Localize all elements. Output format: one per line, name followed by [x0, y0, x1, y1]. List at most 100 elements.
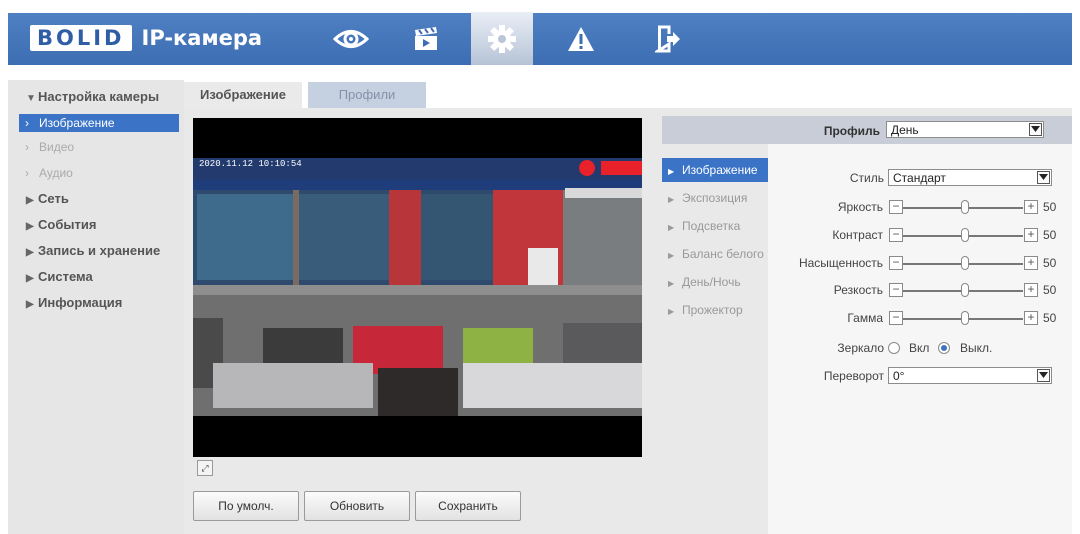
triangle-right-icon: ▶ — [26, 299, 34, 310]
sharpness-row: Резкость − + 50 — [768, 281, 1072, 299]
submenu-item-image[interactable]: ▶ Изображение — [662, 158, 768, 182]
video-controls: ⤢ — [193, 457, 642, 479]
triangle-right-icon: ▶ — [26, 195, 34, 206]
video-timestamp: 2020.11.12 10:10:54 — [199, 159, 302, 169]
image-submenu: ▶ Изображение ▶ Экспозиция ▶ Подсветка ▶ Бал… — [662, 150, 768, 534]
tab-profiles[interactable]: Профили — [308, 82, 426, 108]
mirror-on-label: Вкл — [909, 341, 930, 355]
app-title: IP-камера — [141, 26, 263, 50]
warning-icon — [568, 27, 594, 51]
saturation-thumb[interactable] — [961, 256, 969, 270]
profile-value: День — [891, 123, 919, 137]
style-value: Стандарт — [893, 171, 946, 185]
mirror-off-radio[interactable] — [938, 342, 950, 354]
logo-brand: BOLID — [30, 25, 132, 51]
sidebar-section-camera[interactable]: ▼ Настройка камеры — [26, 89, 159, 104]
sidebar-section-label: События — [38, 217, 97, 232]
chevron-right-icon: › — [25, 166, 29, 180]
saturation-value: 50 — [1043, 256, 1057, 270]
fullscreen-icon[interactable]: ⤢ — [197, 460, 213, 476]
sidebar-section-events[interactable]: ▶ События — [26, 217, 96, 232]
saturation-plus-button[interactable]: + — [1024, 256, 1038, 270]
gamma-minus-button[interactable]: − — [889, 311, 903, 325]
sharpness-value: 50 — [1043, 283, 1057, 297]
triangle-right-icon: ▶ — [668, 307, 675, 316]
submenu-item-white-balance[interactable]: ▶ Баланс белого — [662, 242, 768, 266]
mirror-on-radio[interactable] — [888, 342, 900, 354]
style-label: Стиль — [849, 171, 884, 185]
sidebar-section-label: Запись и хранение — [38, 243, 161, 258]
sharpness-minus-button[interactable]: − — [889, 283, 903, 297]
nav-live-view[interactable] — [323, 13, 379, 65]
contrast-row: Контраст − + 50 — [768, 226, 1072, 244]
chevron-down-icon — [1029, 123, 1042, 136]
brightness-thumb[interactable] — [961, 200, 969, 214]
saturation-row: Насыщенность − + 50 — [768, 254, 1072, 272]
gamma-plus-button[interactable]: + — [1024, 311, 1038, 325]
sidebar-section-storage[interactable]: ▶ Запись и хранение — [26, 243, 160, 258]
sidebar-item-label: Видео — [39, 140, 75, 154]
tab-image[interactable]: Изображение — [184, 82, 302, 108]
camera-scene — [193, 158, 642, 416]
submenu-item-label: Прожектор — [682, 303, 743, 317]
submenu-item-backlight[interactable]: ▶ Подсветка — [662, 214, 768, 238]
gamma-thumb[interactable] — [961, 311, 969, 325]
nav-playback[interactable] — [398, 13, 454, 65]
brightness-minus-button[interactable]: − — [889, 200, 903, 214]
triangle-right-icon: ▶ — [26, 247, 34, 258]
sidebar-item-audio[interactable]: › Аудио — [19, 164, 179, 182]
clapperboard-icon — [415, 27, 437, 50]
profile-select[interactable]: День — [886, 121, 1044, 138]
submenu-item-label: День/Ночь — [682, 275, 741, 289]
logout-icon — [655, 25, 680, 53]
chevron-right-icon: › — [25, 116, 29, 130]
contrast-label: Контраст — [832, 228, 883, 242]
brightness-plus-button[interactable]: + — [1024, 200, 1038, 214]
nav-alarm[interactable] — [553, 13, 609, 65]
saturation-label: Насыщенность — [798, 256, 883, 270]
flip-value: 0° — [893, 369, 905, 383]
contrast-plus-button[interactable]: + — [1024, 228, 1038, 242]
flip-select[interactable]: 0° — [888, 367, 1052, 384]
gear-icon — [488, 24, 516, 53]
refresh-button[interactable]: Обновить — [304, 491, 410, 521]
submenu-item-label: Подсветка — [682, 219, 741, 233]
submenu-item-day-night[interactable]: ▶ День/Ночь — [662, 270, 768, 294]
triangle-right-icon: ▶ — [26, 273, 34, 284]
sidebar-section-system[interactable]: ▶ Система — [26, 269, 93, 284]
submenu-item-spotlight[interactable]: ▶ Прожектор — [662, 298, 768, 322]
sidebar: ▼ Настройка камеры › Изображение › Видео › А… — [8, 80, 184, 534]
sidebar-section-label: Настройка камеры — [38, 89, 160, 104]
sidebar-item-image[interactable]: › Изображение — [19, 114, 179, 132]
contrast-minus-button[interactable]: − — [889, 228, 903, 242]
gamma-row: Гамма − + 50 — [768, 309, 1072, 327]
triangle-right-icon: ▶ — [668, 167, 675, 176]
sharpness-thumb[interactable] — [961, 283, 969, 297]
submenu-item-label: Изображение — [682, 163, 758, 177]
eye-icon — [333, 30, 369, 48]
sharpness-plus-button[interactable]: + — [1024, 283, 1038, 297]
sidebar-item-label: Аудио — [39, 166, 73, 180]
sidebar-section-label: Система — [38, 269, 93, 284]
sidebar-section-info[interactable]: ▶ Информация — [26, 295, 122, 310]
saturation-minus-button[interactable]: − — [889, 256, 903, 270]
nav-settings[interactable] — [471, 12, 533, 65]
style-select[interactable]: Стандарт — [888, 169, 1052, 186]
nav-logout[interactable] — [640, 13, 696, 65]
chevron-right-icon: › — [25, 140, 29, 154]
mirror-off-label: Выкл. — [960, 341, 993, 355]
tab-bar: Изображение Профили — [184, 80, 1072, 108]
mirror-label: Зеркало — [837, 341, 884, 355]
triangle-right-icon: ▶ — [26, 221, 34, 232]
sidebar-item-video[interactable]: › Видео — [19, 138, 179, 156]
default-button[interactable]: По умолч. — [193, 491, 299, 521]
sidebar-item-label: Изображение — [39, 116, 115, 130]
submenu-item-exposure[interactable]: ▶ Экспозиция — [662, 186, 768, 210]
video-preview[interactable]: 2020.11.12 10:10:54 — [193, 118, 642, 457]
save-button[interactable]: Сохранить — [415, 491, 521, 521]
sidebar-section-network[interactable]: ▶ Сеть — [26, 191, 69, 206]
profile-label: Профиль — [823, 124, 880, 138]
submenu-item-label: Экспозиция — [682, 191, 748, 205]
contrast-thumb[interactable] — [961, 228, 969, 242]
top-header: BOLID IP-камера — [8, 12, 1072, 65]
